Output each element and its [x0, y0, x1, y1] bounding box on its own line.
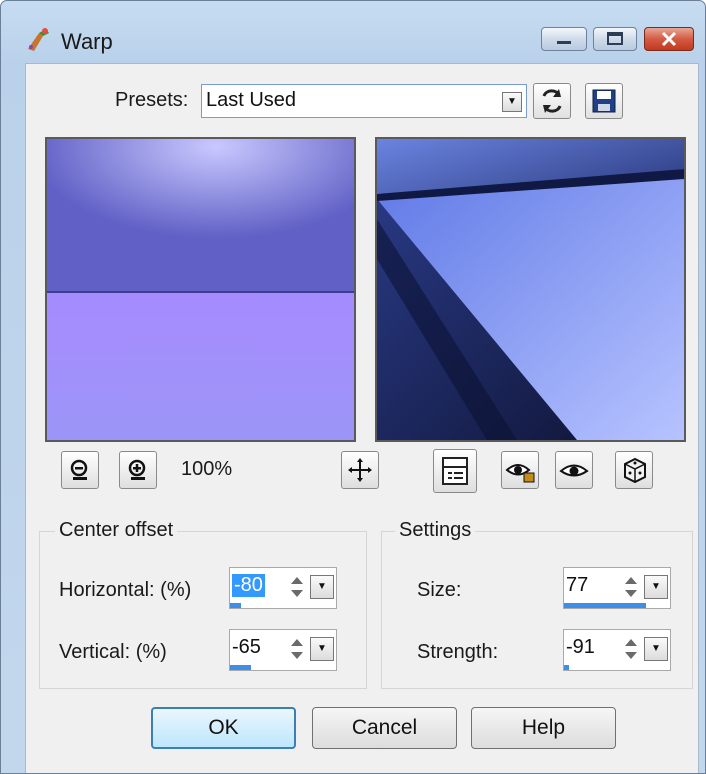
reset-button[interactable]	[533, 83, 571, 119]
warp-dialog: Warp Presets: Last Used ▼ 100% Center of…	[0, 0, 706, 774]
randomize-icon	[624, 457, 646, 484]
lock-preview-button[interactable]	[501, 451, 539, 489]
vertical-slider[interactable]	[230, 665, 252, 670]
size-input[interactable]: 77 ▼	[563, 567, 671, 609]
zoom-in-button[interactable]	[119, 451, 157, 489]
save-preset-button[interactable]	[585, 83, 623, 119]
dropdown-icon[interactable]: ▼	[644, 575, 668, 599]
proof-button[interactable]	[433, 449, 477, 493]
help-button[interactable]: Help	[471, 707, 616, 749]
spin-icon[interactable]	[622, 636, 640, 662]
move-button[interactable]	[341, 451, 379, 489]
presets-combo[interactable]: Last Used ▼	[201, 84, 527, 118]
reset-icon	[542, 89, 562, 113]
combo-arrow-icon[interactable]: ▼	[502, 92, 522, 112]
close-icon	[661, 31, 677, 47]
center-offset-title: Center offset	[55, 519, 178, 542]
spin-icon[interactable]	[622, 574, 640, 600]
cancel-button[interactable]: Cancel	[312, 707, 457, 749]
proof-icon	[442, 457, 468, 485]
size-value: 77	[566, 574, 589, 596]
result-preview[interactable]	[375, 137, 686, 442]
maximize-button[interactable]	[593, 27, 637, 51]
randomize-button[interactable]	[615, 451, 653, 489]
dropdown-icon[interactable]: ▼	[644, 637, 668, 661]
strength-label: Strength:	[417, 641, 499, 663]
original-preview[interactable]	[45, 137, 356, 442]
presets-value: Last Used	[206, 89, 297, 111]
minimize-icon	[557, 41, 571, 44]
vertical-input[interactable]: -65 ▼	[229, 629, 337, 671]
minimize-button[interactable]	[541, 27, 587, 51]
result-preview-image	[377, 139, 684, 440]
dropdown-icon[interactable]: ▼	[310, 575, 334, 599]
strength-value: -91	[566, 636, 595, 658]
size-slider[interactable]	[564, 603, 646, 608]
maximize-icon	[607, 32, 623, 45]
close-button[interactable]	[644, 27, 694, 51]
vertical-label: Vertical: (%)	[59, 641, 167, 663]
save-icon	[592, 89, 616, 113]
original-preview-image	[47, 139, 354, 440]
spin-icon[interactable]	[288, 574, 306, 600]
strength-input[interactable]: -91 ▼	[563, 629, 671, 671]
lock-preview-icon	[505, 464, 535, 483]
presets-label: Presets:	[115, 89, 189, 111]
title-bar[interactable]: Warp	[1, 1, 705, 63]
strength-slider[interactable]	[564, 665, 570, 670]
dropdown-icon[interactable]: ▼	[310, 637, 334, 661]
zoom-in-icon	[128, 459, 146, 480]
vertical-value: -65	[232, 636, 261, 658]
size-label: Size:	[417, 579, 462, 601]
zoom-level: 100%	[181, 458, 233, 480]
horizontal-input[interactable]: -80 ▼	[229, 567, 337, 609]
horizontal-value: -80	[232, 574, 265, 597]
zoom-out-button[interactable]	[61, 451, 99, 489]
preview-on-image-button[interactable]	[555, 451, 593, 489]
horizontal-label: Horizontal: (%)	[59, 579, 192, 601]
zoom-out-icon	[70, 459, 88, 480]
move-icon	[348, 458, 372, 482]
ok-button[interactable]: OK	[151, 707, 296, 749]
preview-icon	[559, 464, 589, 477]
warp-app-icon	[28, 28, 49, 51]
window-title: Warp	[61, 29, 113, 54]
settings-title: Settings	[395, 519, 476, 542]
horizontal-slider[interactable]	[230, 603, 241, 608]
spin-icon[interactable]	[288, 636, 306, 662]
